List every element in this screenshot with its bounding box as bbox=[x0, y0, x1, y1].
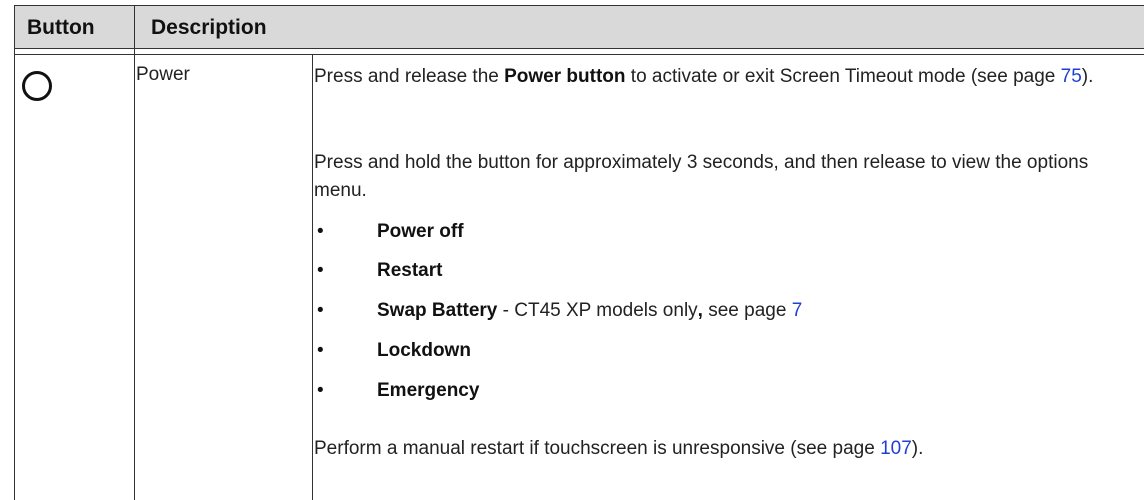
bullet-icon: • bbox=[317, 340, 324, 361]
menu-option-swap-battery: Swap Battery - CT45 XP models only, see … bbox=[377, 297, 802, 325]
menu-option-restart: Restart bbox=[377, 257, 442, 285]
table-header: Button Description bbox=[15, 5, 1144, 48]
bullet-icon: • bbox=[317, 221, 324, 242]
option-label: Restart bbox=[377, 260, 443, 281]
header-divider bbox=[15, 48, 1144, 55]
page-link[interactable]: 75 bbox=[1061, 66, 1082, 87]
text: ). bbox=[1081, 66, 1094, 87]
option-label: Lockdown bbox=[377, 340, 471, 361]
text: see page bbox=[702, 300, 792, 321]
option-label: Swap Battery bbox=[377, 300, 498, 321]
header-description: Description bbox=[151, 16, 267, 39]
option-label: Power off bbox=[377, 221, 464, 242]
column-divider bbox=[134, 5, 135, 500]
text: - CT45 XP models only bbox=[497, 300, 698, 321]
header-button: Button bbox=[27, 16, 95, 39]
bullet-icon: • bbox=[317, 260, 324, 281]
description-paragraph-1: Press and release the Power button to ac… bbox=[314, 63, 1119, 91]
page-link[interactable]: 107 bbox=[880, 438, 912, 459]
text: ). bbox=[911, 438, 924, 459]
option-label: Emergency bbox=[377, 380, 480, 401]
bullet-icon: • bbox=[317, 380, 324, 401]
menu-option-emergency: Emergency bbox=[377, 377, 479, 405]
column-divider bbox=[312, 55, 313, 500]
button-name: Power bbox=[136, 64, 190, 85]
menu-option-power-off: Power off bbox=[377, 218, 464, 246]
menu-option-lockdown: Lockdown bbox=[377, 337, 471, 365]
bold-text: Power button bbox=[504, 66, 626, 87]
text: Perform a manual restart if touchscreen … bbox=[314, 438, 881, 459]
text: to activate or exit Screen Timeout mode … bbox=[625, 66, 1061, 87]
bullet-icon: • bbox=[317, 300, 324, 321]
description-paragraph-2: Press and hold the button for approximat… bbox=[314, 152, 1089, 201]
description-paragraph-3: Perform a manual restart if touchscreen … bbox=[314, 435, 1119, 463]
power-button-icon bbox=[22, 71, 52, 101]
page-link[interactable]: 7 bbox=[792, 300, 803, 321]
text: Press and release the bbox=[314, 66, 505, 87]
